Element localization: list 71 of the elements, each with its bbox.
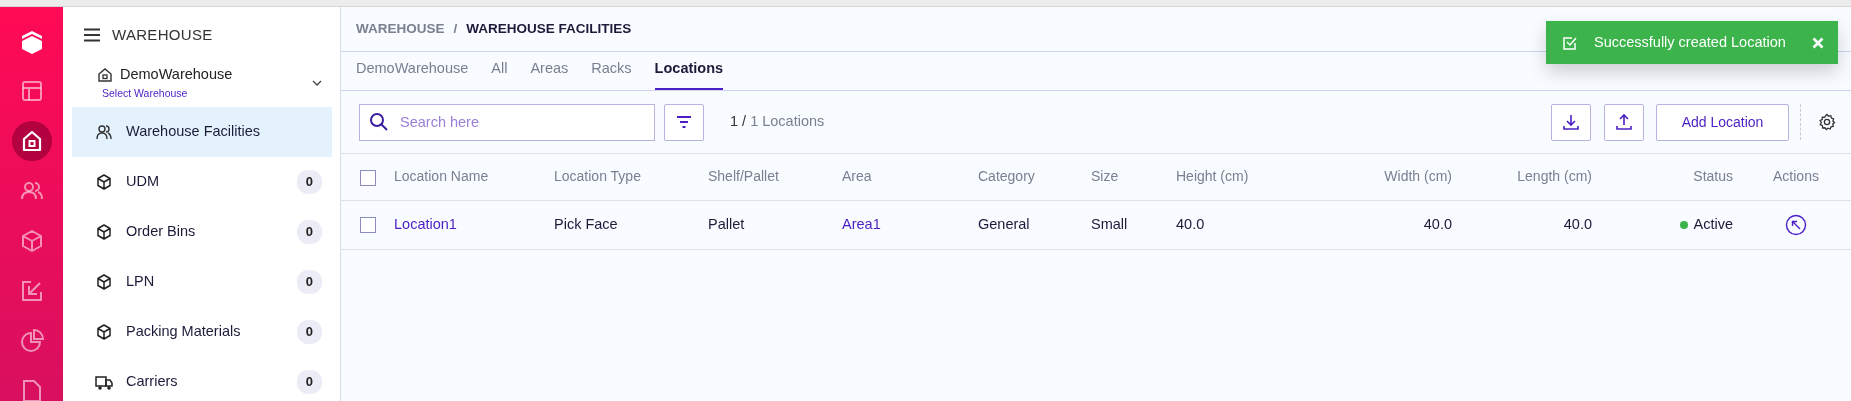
column-header: Size <box>1083 154 1168 200</box>
add-location-button[interactable]: Add Location <box>1656 103 1789 141</box>
upload-button[interactable] <box>1603 103 1644 141</box>
table-cell: 40.0 <box>1168 200 1300 249</box>
column-header: Location Name <box>386 154 546 200</box>
menu-icon[interactable] <box>84 28 100 42</box>
search-icon <box>369 111 389 132</box>
column-header: Length (cm) <box>1460 154 1600 200</box>
warehouse-name: DemoWarehouse <box>120 65 233 85</box>
column-header: Location Type <box>546 154 700 200</box>
count-badge: 0 <box>296 320 322 344</box>
tab[interactable]: Areas <box>530 58 569 90</box>
toast-message: Successfully created Location <box>1594 32 1786 52</box>
sidebar-item[interactable]: Carriers 0 <box>72 357 332 401</box>
home-icon <box>97 67 113 84</box>
close-icon <box>1812 36 1824 49</box>
area-link[interactable]: Area1 <box>842 215 881 232</box>
warehouse-hint: Select Warehouse <box>102 86 189 101</box>
tab[interactable]: Locations <box>654 58 724 90</box>
box-icon <box>94 172 114 192</box>
checkbox-icon <box>1562 34 1578 51</box>
sidebar-item[interactable]: Warehouse Facilities <box>72 107 332 157</box>
record-count: 1 / 1 Locations <box>730 112 825 132</box>
download-button[interactable] <box>1551 103 1591 141</box>
column-header: Area <box>834 154 970 200</box>
filter-icon <box>676 116 692 128</box>
table-cell: 40.0 <box>1460 200 1600 249</box>
column-header: Status <box>1600 154 1741 200</box>
sidebar-item[interactable]: UDM 0 <box>72 157 332 207</box>
sidebar-item[interactable]: LPN 0 <box>72 257 332 307</box>
close-button[interactable] <box>1812 36 1824 49</box>
breadcrumb-link[interactable]: WAREHOUSE <box>356 18 445 40</box>
table-cell: 40.0 <box>1300 200 1460 249</box>
status-text: Active <box>1693 215 1733 232</box>
count-badge: 0 <box>296 370 322 394</box>
breadcrumb-separator: / <box>453 19 458 38</box>
rail-button[interactable] <box>11 121 52 161</box>
users-icon <box>94 122 114 142</box>
warehouse-selector[interactable]: DemoWarehouse Select Warehouse <box>72 49 332 107</box>
table-cell: Small <box>1083 200 1168 249</box>
column-header: Shelf/Pallet <box>700 154 834 200</box>
sidebar-item[interactable]: Order Bins 0 <box>72 207 332 257</box>
arrow-up-left-icon[interactable] <box>1785 213 1807 236</box>
table-cell: General <box>970 200 1083 249</box>
tab[interactable]: All <box>491 58 508 90</box>
box-icon <box>94 322 114 342</box>
filter-button[interactable] <box>664 103 704 141</box>
column-header: Category <box>970 154 1083 200</box>
select-all-checkbox[interactable] <box>360 169 376 186</box>
location-link[interactable]: Location1 <box>394 215 457 232</box>
column-header: Width (cm) <box>1300 154 1460 200</box>
tab[interactable]: Racks <box>591 58 632 90</box>
table-cell: Pick Face <box>546 200 700 249</box>
upload-icon <box>1614 113 1633 131</box>
search-field[interactable]: Search here <box>359 103 655 141</box>
tab[interactable]: DemoWarehouse <box>356 58 469 90</box>
count-badge: 0 <box>296 220 322 244</box>
count-badge: 0 <box>296 170 322 194</box>
box-icon <box>94 222 114 242</box>
download-icon <box>1562 113 1580 131</box>
breadcrumb-current: WAREHOUSE FACILITIES <box>466 19 632 38</box>
box-icon <box>94 272 114 292</box>
settings-icon[interactable] <box>1818 113 1836 131</box>
sidebar-item[interactable]: Packing Materials 0 <box>72 307 332 357</box>
sidebar-title: WAREHOUSE <box>112 24 213 45</box>
count-badge: 0 <box>296 270 322 294</box>
row-checkbox[interactable] <box>360 216 376 233</box>
column-header: Actions <box>1741 154 1851 200</box>
chevron-down-icon <box>312 80 322 86</box>
table-cell: Pallet <box>700 200 834 249</box>
column-header: Height (cm) <box>1168 154 1300 200</box>
